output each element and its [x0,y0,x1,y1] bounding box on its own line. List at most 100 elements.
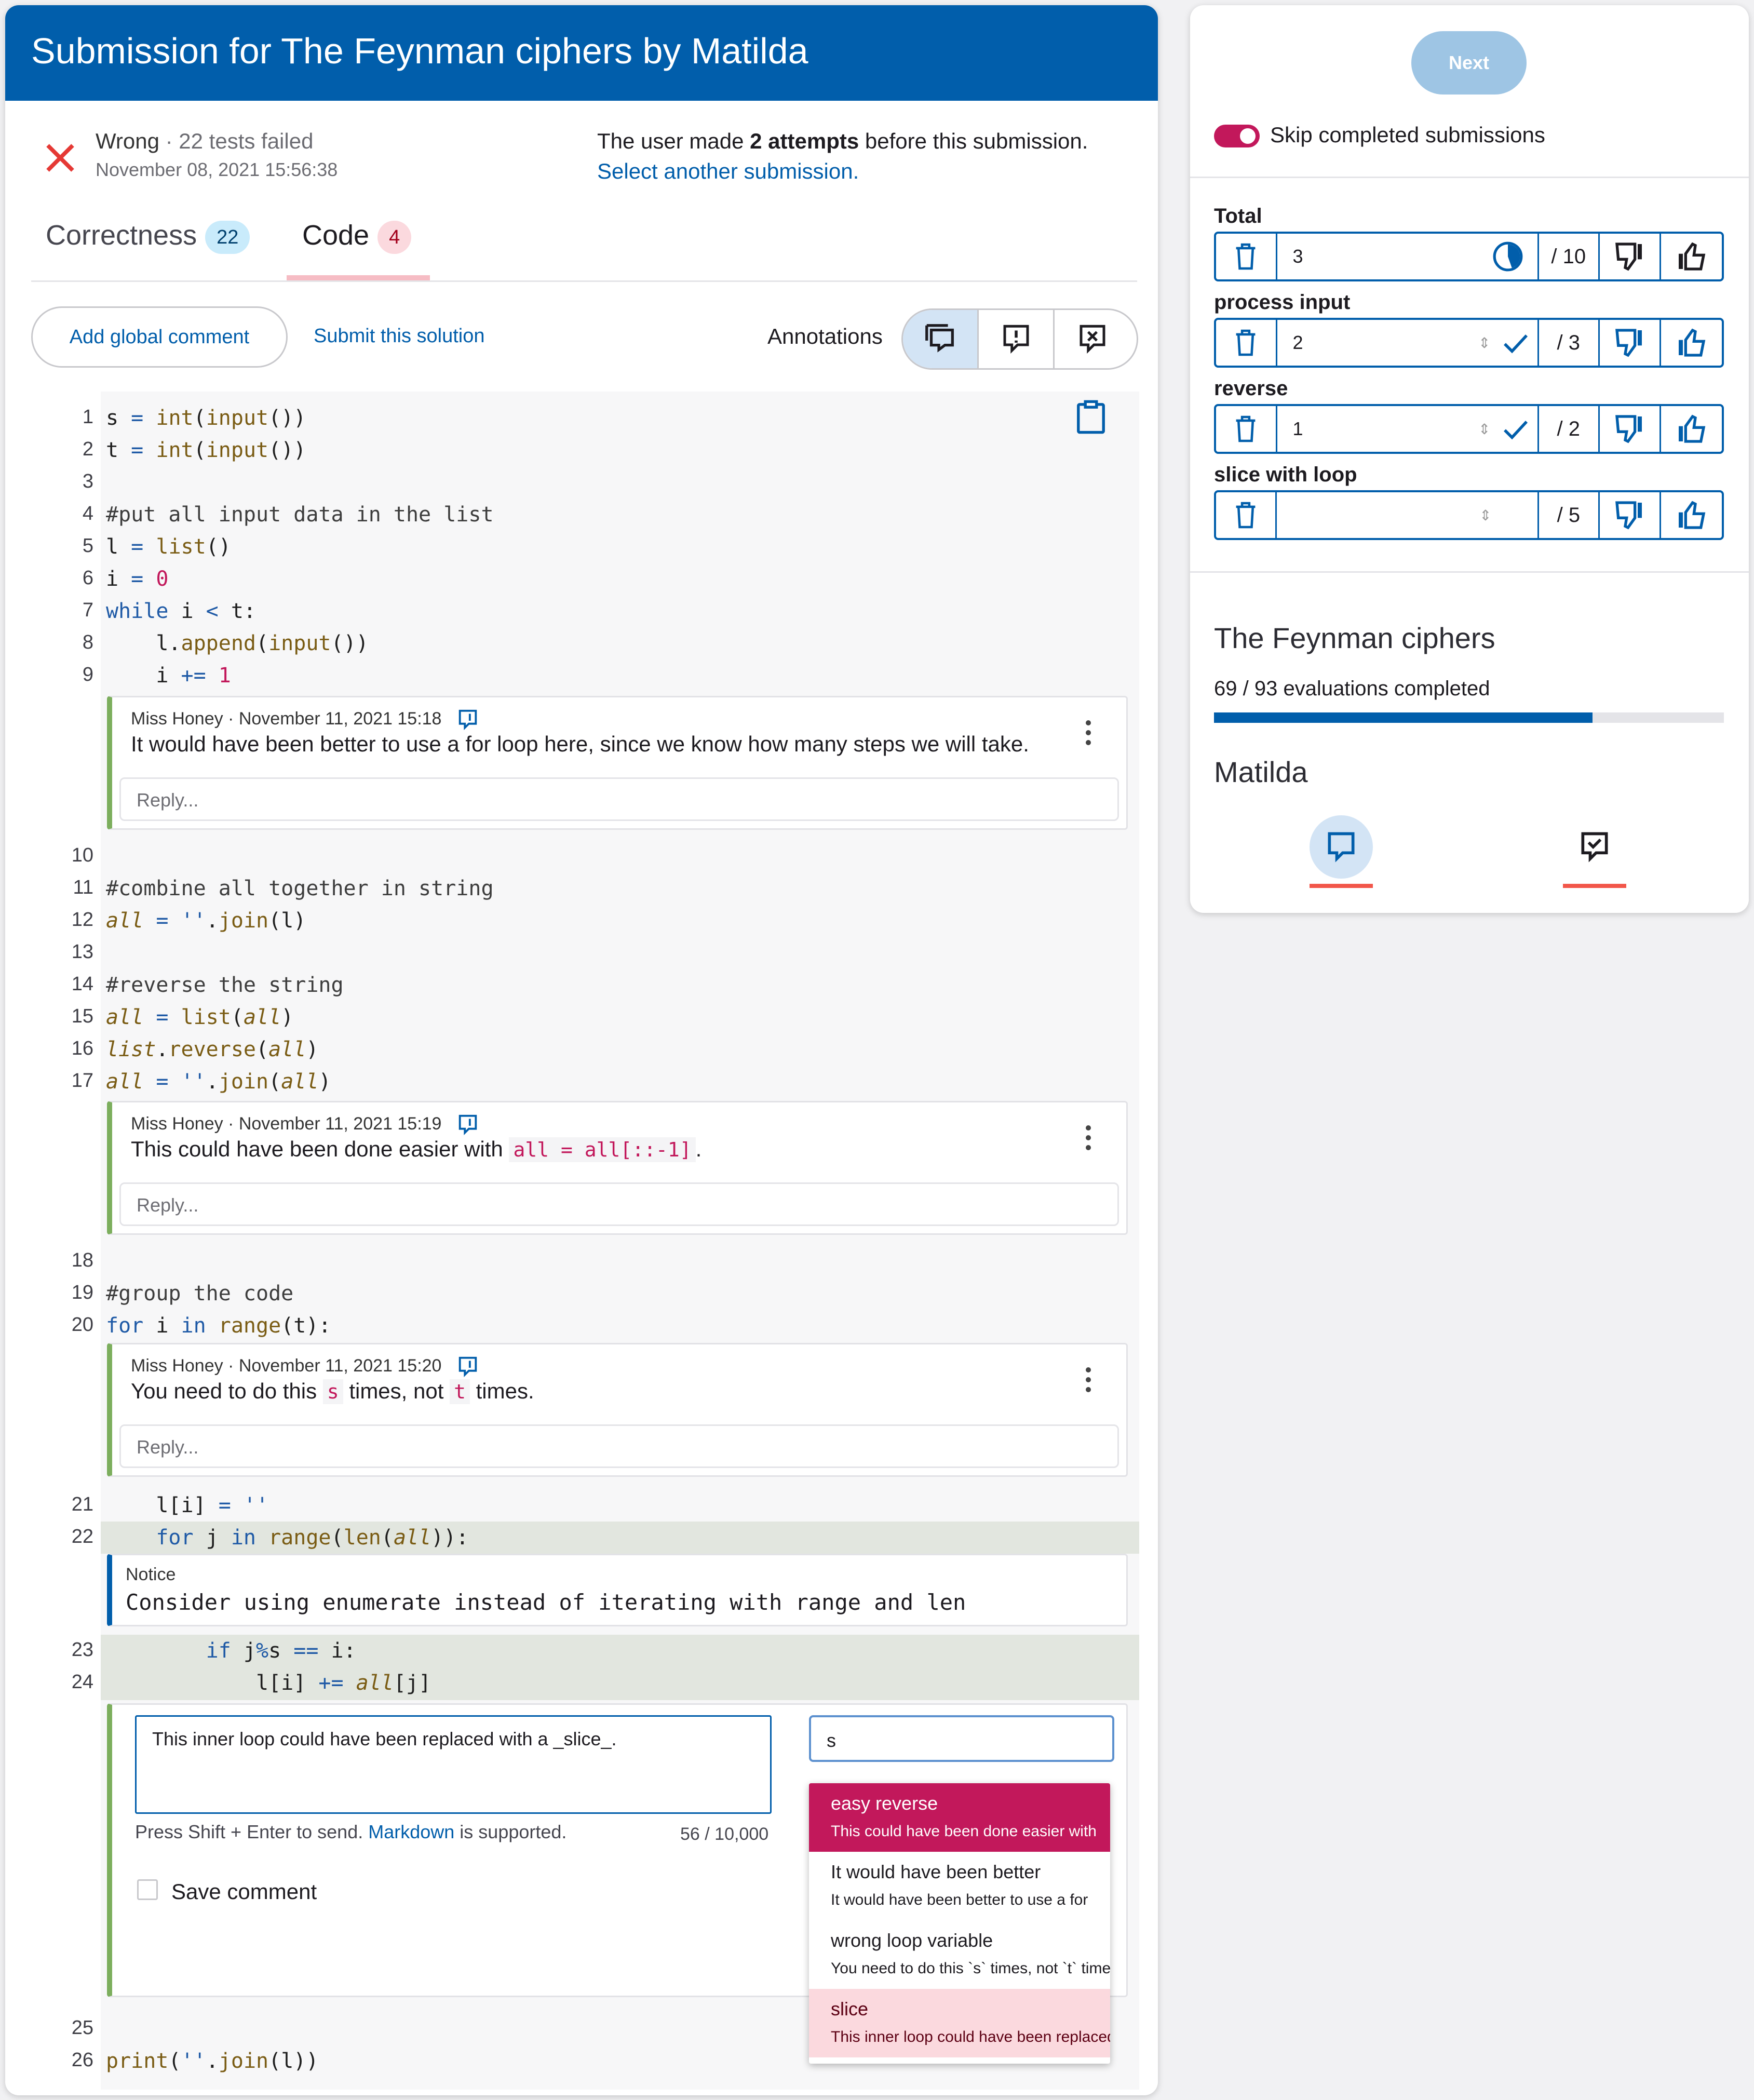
comment-off-icon [1080,325,1105,354]
inline-code: s [322,1379,343,1404]
submit-solution-button[interactable]: Submit this solution [314,325,485,347]
rubric-total: 3 / 10 [1214,232,1724,281]
line-number: 21 [71,1493,93,1515]
option-preview: This could have been done easier with [831,1823,1097,1840]
score-max: / 10 [1539,234,1600,279]
annotations-label: Annotations [767,324,883,348]
tab-code[interactable]: Code 4 [302,219,412,254]
line-number: 4 [82,503,93,524]
tab-correctness[interactable]: Correctness 22 [46,219,250,254]
saved-comment-option[interactable]: easy reverse This could have been done e… [809,1783,1110,1852]
option-title: slice [831,1998,869,2020]
trash-icon [1236,329,1256,356]
saved-comment-option[interactable]: wrong loop variable You need to do this … [809,1920,1110,1989]
score-input[interactable]: 1 ⇕ [1277,406,1539,452]
score-max-button[interactable] [1661,320,1722,366]
more-options-icon[interactable] [1086,720,1091,750]
evaluation-progress-text: 69 / 93 evaluations completed [1214,677,1490,700]
score-input[interactable]: ⇕ [1277,492,1539,538]
completed-tab[interactable] [1563,815,1626,879]
code-line: all = ''.join(all) [106,1070,331,1094]
score-zero-button[interactable] [1600,320,1661,366]
character-counter: 56 / 10,000 [680,1824,769,1844]
spinner-icon[interactable]: ⇕ [1478,334,1490,352]
delete-score-button[interactable] [1216,234,1277,279]
editor-hint: Press Shift + Enter to send. Markdown is… [135,1821,566,1843]
spinner-icon[interactable]: ⇕ [1479,507,1491,524]
saved-comment-option[interactable]: It would have been better It would have … [809,1852,1110,1920]
reply-input[interactable]: Reply... [119,1424,1119,1468]
thumbs-up-icon [1679,328,1706,357]
alert-comment-icon [1003,325,1029,354]
line-number: 18 [71,1249,93,1271]
annotation-author: Miss Honey · November 11, 2021 15:20 [131,1355,442,1376]
notice-title: Notice [126,1565,176,1584]
tests-failed: · 22 tests failed [165,129,314,153]
line-number: 24 [71,1671,93,1693]
annotation-text: It would have been better to use a for l… [131,732,1029,756]
reply-input[interactable]: Reply... [119,777,1119,821]
tab-label: Code [302,220,370,251]
saved-comment-search[interactable]: s [809,1715,1114,1762]
comment-textarea[interactable]: This inner loop could have been replaced… [135,1715,772,1814]
thumbs-down-icon [1615,243,1642,271]
select-submission-link[interactable]: Select another submission. [597,159,859,184]
delete-score-button[interactable] [1216,492,1277,538]
show-all-annotations-button[interactable] [903,310,979,368]
option-preview: You need to do this `s` times, not `t` t… [831,1960,1110,1977]
code-line: all = ''.join(l) [106,909,306,933]
save-comment-checkbox[interactable] [137,1879,158,1900]
divider [1190,571,1749,573]
comment-visibility-icon[interactable] [456,1113,480,1137]
next-button[interactable]: Next [1411,31,1527,95]
thumbs-down-icon [1615,501,1642,530]
score-max-button[interactable] [1661,234,1722,279]
line-number: 26 [71,2049,93,2071]
tab-indicator [1310,884,1373,888]
text-fragment: . [695,1137,702,1161]
annotation-text: You need to do this s times, not t times… [131,1379,534,1404]
user-name: Matilda [1214,756,1308,788]
thumbs-up-icon [1679,414,1706,443]
score-max-button[interactable] [1661,406,1722,452]
score-zero-button[interactable] [1600,406,1661,452]
option-title: It would have been better [831,1861,1041,1882]
line-number: 17 [71,1070,93,1092]
score-input[interactable]: 3 [1277,234,1539,279]
delete-score-button[interactable] [1216,406,1277,452]
status-result: Wrong [96,129,159,153]
code-line: i = 0 [106,567,169,591]
more-options-icon[interactable] [1086,1367,1091,1397]
line-number: 12 [71,909,93,931]
reply-input[interactable]: Reply... [119,1182,1119,1226]
spinner-icon[interactable]: ⇕ [1478,421,1490,438]
rubric-slice-with-loop: ⇕ / 5 [1214,490,1724,540]
score-zero-button[interactable] [1600,234,1661,279]
markdown-link[interactable]: Markdown [368,1821,454,1842]
clipboard-icon[interactable] [1074,399,1108,435]
comment-visibility-icon[interactable] [456,1355,480,1379]
line-number: 2 [82,438,93,460]
more-options-icon[interactable] [1086,1125,1091,1155]
code-line: #put all input data in the list [106,503,494,527]
comment-visibility-icon[interactable] [456,708,480,732]
score-zero-button[interactable] [1600,492,1661,538]
feedback-tab[interactable] [1310,815,1373,879]
progress-fill [1214,712,1593,723]
score-input[interactable]: 2 ⇕ [1277,320,1539,366]
score-max-button[interactable] [1661,492,1722,538]
trash-icon [1236,243,1256,270]
skip-completed-toggle[interactable] [1214,125,1260,147]
line-number: 25 [71,2017,93,2039]
code-line: l.append(input()) [106,631,369,655]
add-global-comment-button[interactable]: Add global comment [31,306,288,368]
submission-date: November 08, 2021 15:56:38 [96,159,338,180]
tab-badge: 22 [205,220,250,254]
hide-annotations-button[interactable] [1055,310,1130,368]
option-title: wrong loop variable [831,1930,993,1951]
saved-comment-option[interactable]: slice This inner loop could have been re… [809,1989,1110,2057]
rubric-label: reverse [1214,377,1288,400]
show-important-annotations-button[interactable] [979,310,1055,368]
code-line: #reverse the string [106,973,344,997]
delete-score-button[interactable] [1216,320,1277,366]
